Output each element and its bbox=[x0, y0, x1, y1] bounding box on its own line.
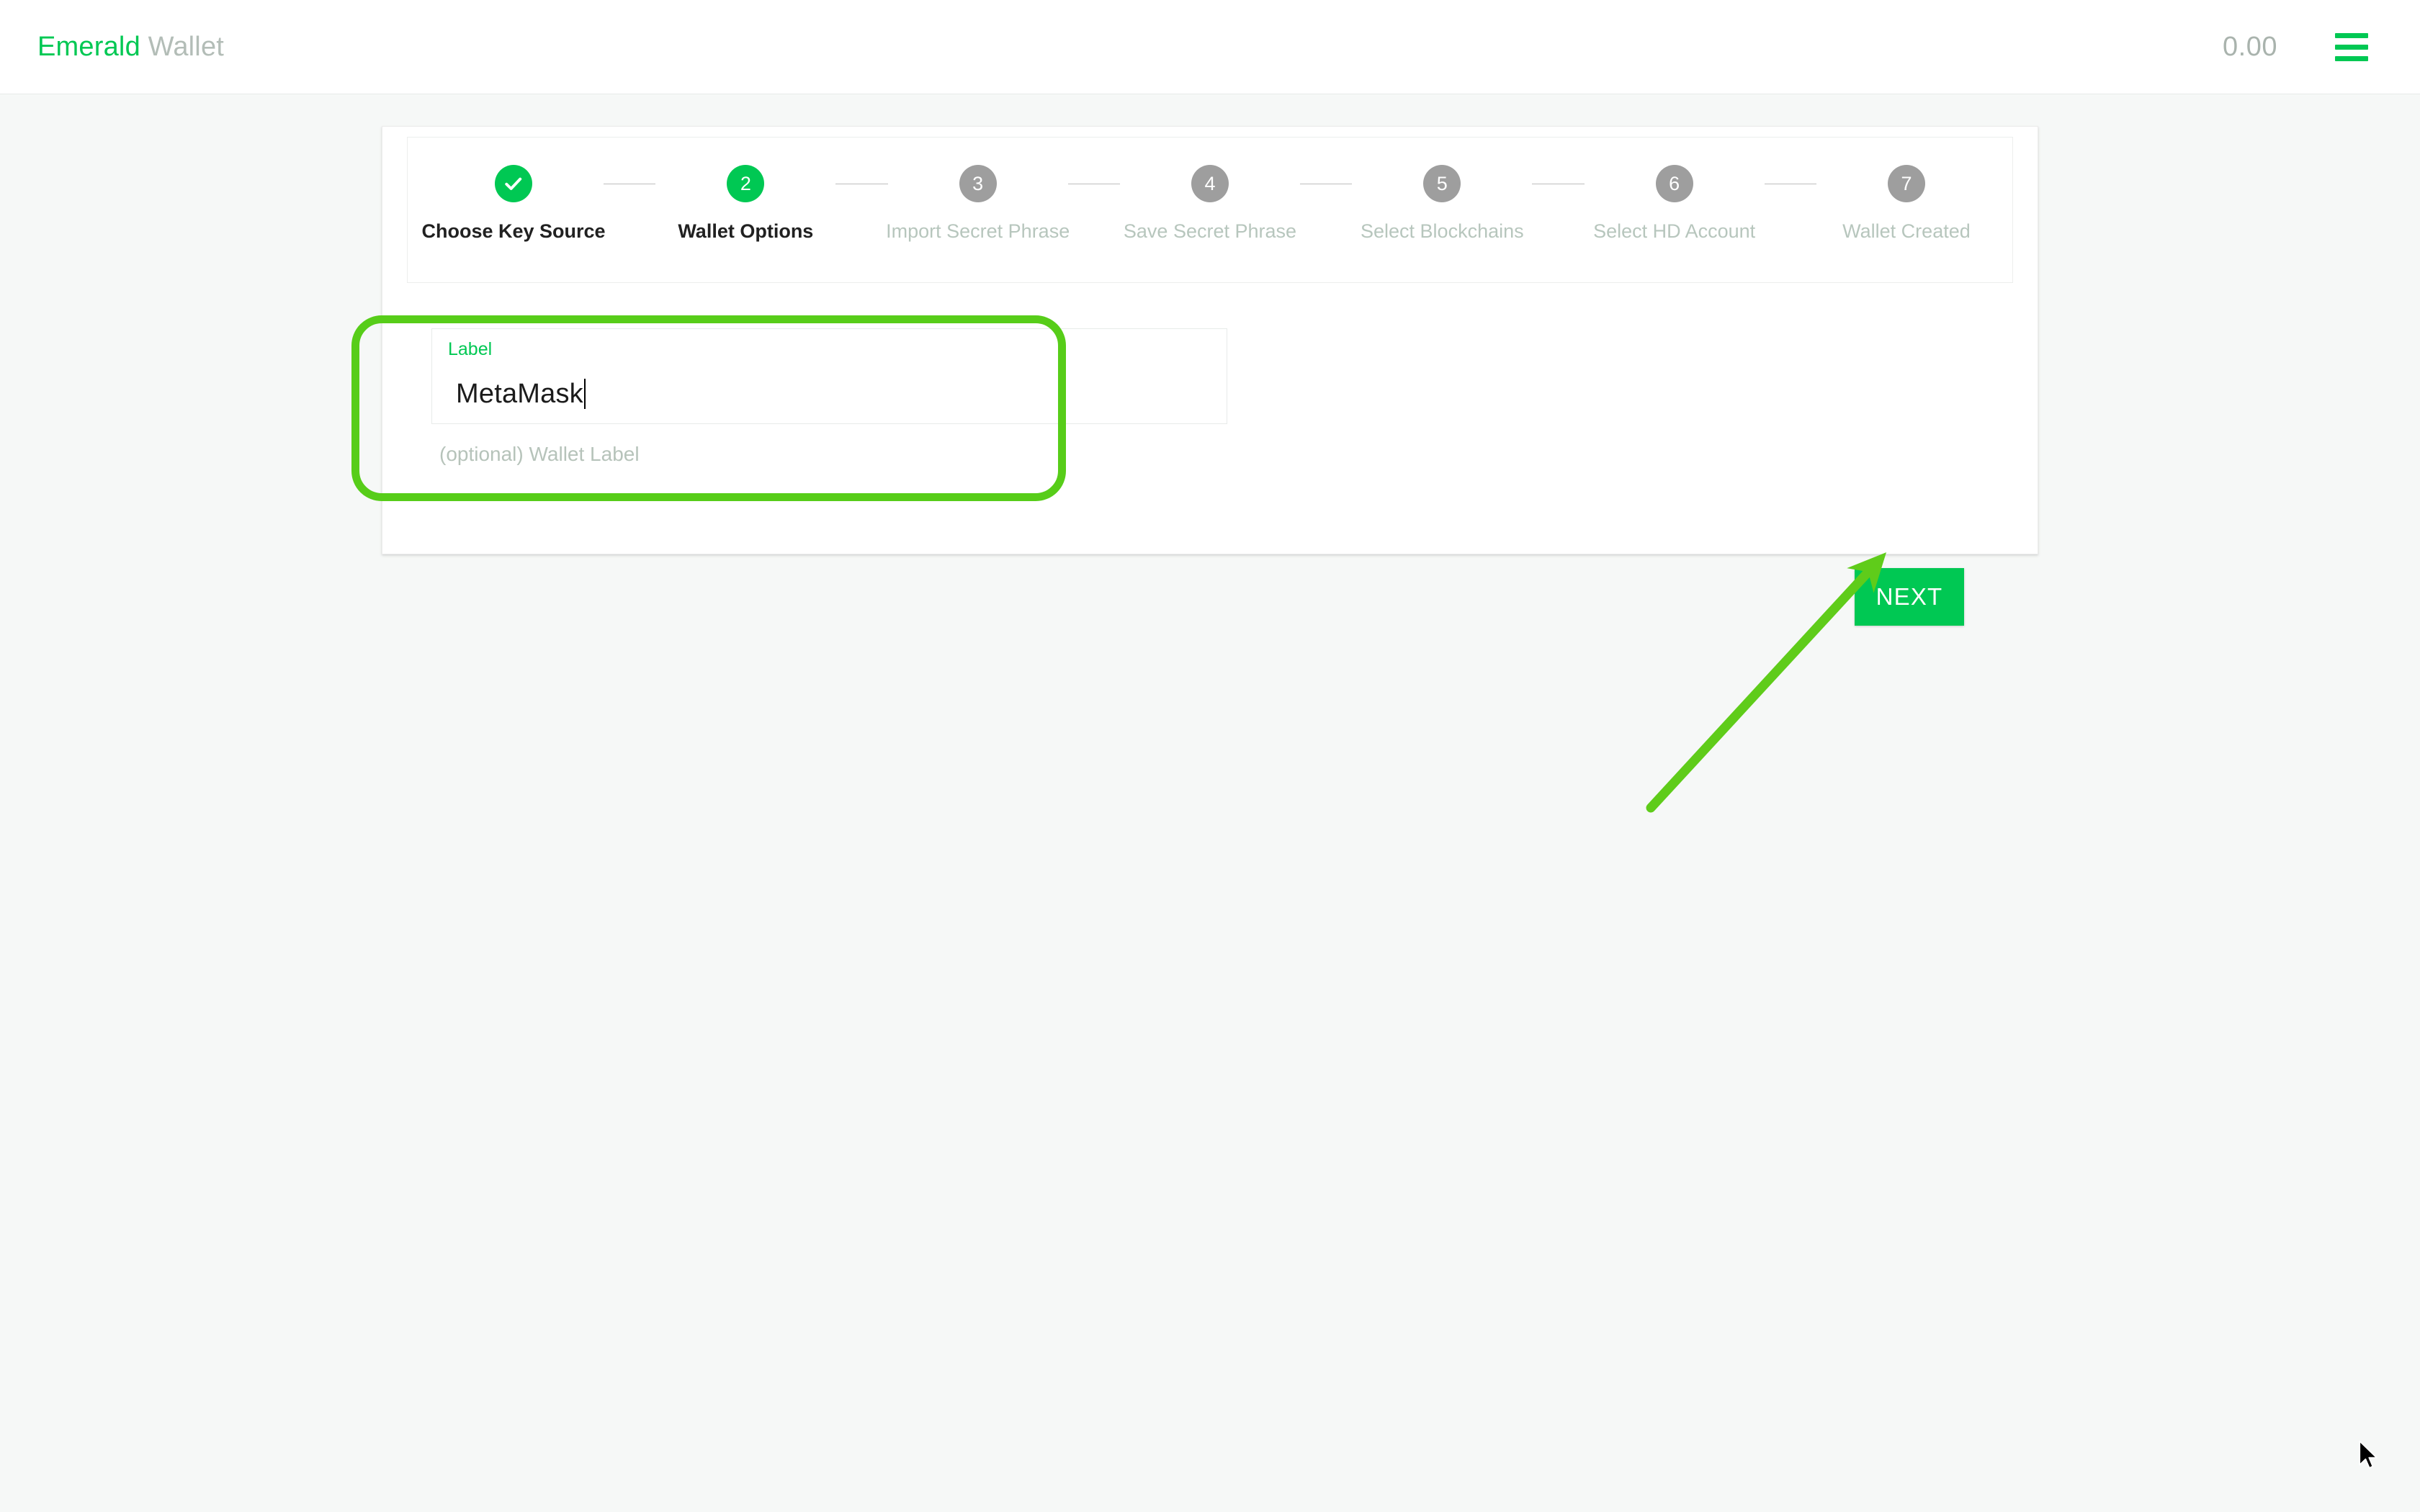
label-field-legend: Label bbox=[448, 339, 493, 359]
wizard-step-6[interactable]: 6 Select HD Account bbox=[1585, 165, 1765, 243]
label-input-container[interactable]: Label MetaMask bbox=[431, 328, 1227, 424]
wizard-step-5[interactable]: 5 Select Blockchains bbox=[1352, 165, 1532, 243]
hamburger-bar-3 bbox=[2335, 55, 2368, 61]
hamburger-bar-2 bbox=[2335, 44, 2368, 50]
next-button[interactable]: NEXT bbox=[1855, 568, 1964, 626]
wizard-step-2[interactable]: 2 Wallet Options bbox=[655, 165, 835, 243]
wallet-options-form: Label MetaMask (optional) Wallet Label N… bbox=[407, 307, 2013, 626]
step-label-1: Choose Key Source bbox=[421, 220, 606, 242]
brand-name-primary: Emerald bbox=[37, 31, 140, 62]
wizard-step-3[interactable]: 3 Import Secret Phrase bbox=[886, 165, 1070, 243]
label-input-value[interactable]: MetaMask bbox=[456, 379, 583, 410]
header-right-group: 0.00 bbox=[2223, 30, 2377, 63]
label-field-helper-text: (optional) Wallet Label bbox=[439, 443, 640, 465]
brand-name-secondary: Wallet bbox=[148, 31, 225, 62]
step-indicator-6: 6 bbox=[1655, 165, 1693, 202]
stepper-track: Choose Key Source 2 Wallet Options 3 Import … bbox=[408, 165, 2012, 243]
label-field-group: Label MetaMask (optional) Wallet Label bbox=[431, 328, 1227, 466]
step-indicator-1 bbox=[495, 165, 532, 202]
wizard-step-7[interactable]: 7 Wallet Created bbox=[1816, 165, 1996, 243]
app-header: Emerald Wallet 0.00 bbox=[0, 0, 2420, 94]
hamburger-menu-icon[interactable] bbox=[2335, 30, 2377, 63]
step-indicator-7: 7 bbox=[1887, 165, 1925, 202]
step-label-3: Import Secret Phrase bbox=[886, 220, 1070, 242]
hamburger-bar-1 bbox=[2335, 32, 2368, 38]
step-indicator-4: 4 bbox=[1191, 165, 1229, 202]
check-icon bbox=[505, 177, 522, 190]
wizard-card: Choose Key Source 2 Wallet Options 3 Import … bbox=[382, 126, 2038, 626]
mouse-cursor bbox=[2359, 1440, 2378, 1469]
wizard-step-1[interactable]: Choose Key Source bbox=[421, 165, 606, 243]
wizard-step-4[interactable]: 4 Save Secret Phrase bbox=[1120, 165, 1300, 243]
step-label-2: Wallet Options bbox=[678, 220, 814, 242]
step-label-4: Save Secret Phrase bbox=[1123, 220, 1297, 242]
app-brand[interactable]: Emerald Wallet bbox=[37, 32, 224, 63]
step-label-5: Select Blockchains bbox=[1361, 220, 1524, 242]
text-caret bbox=[583, 379, 586, 409]
step-label-6: Select HD Account bbox=[1593, 220, 1756, 242]
step-indicator-3: 3 bbox=[959, 165, 997, 202]
step-indicator-2: 2 bbox=[727, 165, 765, 202]
step-indicator-5: 5 bbox=[1423, 165, 1461, 202]
wizard-stepper: Choose Key Source 2 Wallet Options 3 Import … bbox=[407, 137, 2013, 283]
total-balance: 0.00 bbox=[2223, 31, 2277, 62]
step-label-7: Wallet Created bbox=[1842, 220, 1971, 242]
